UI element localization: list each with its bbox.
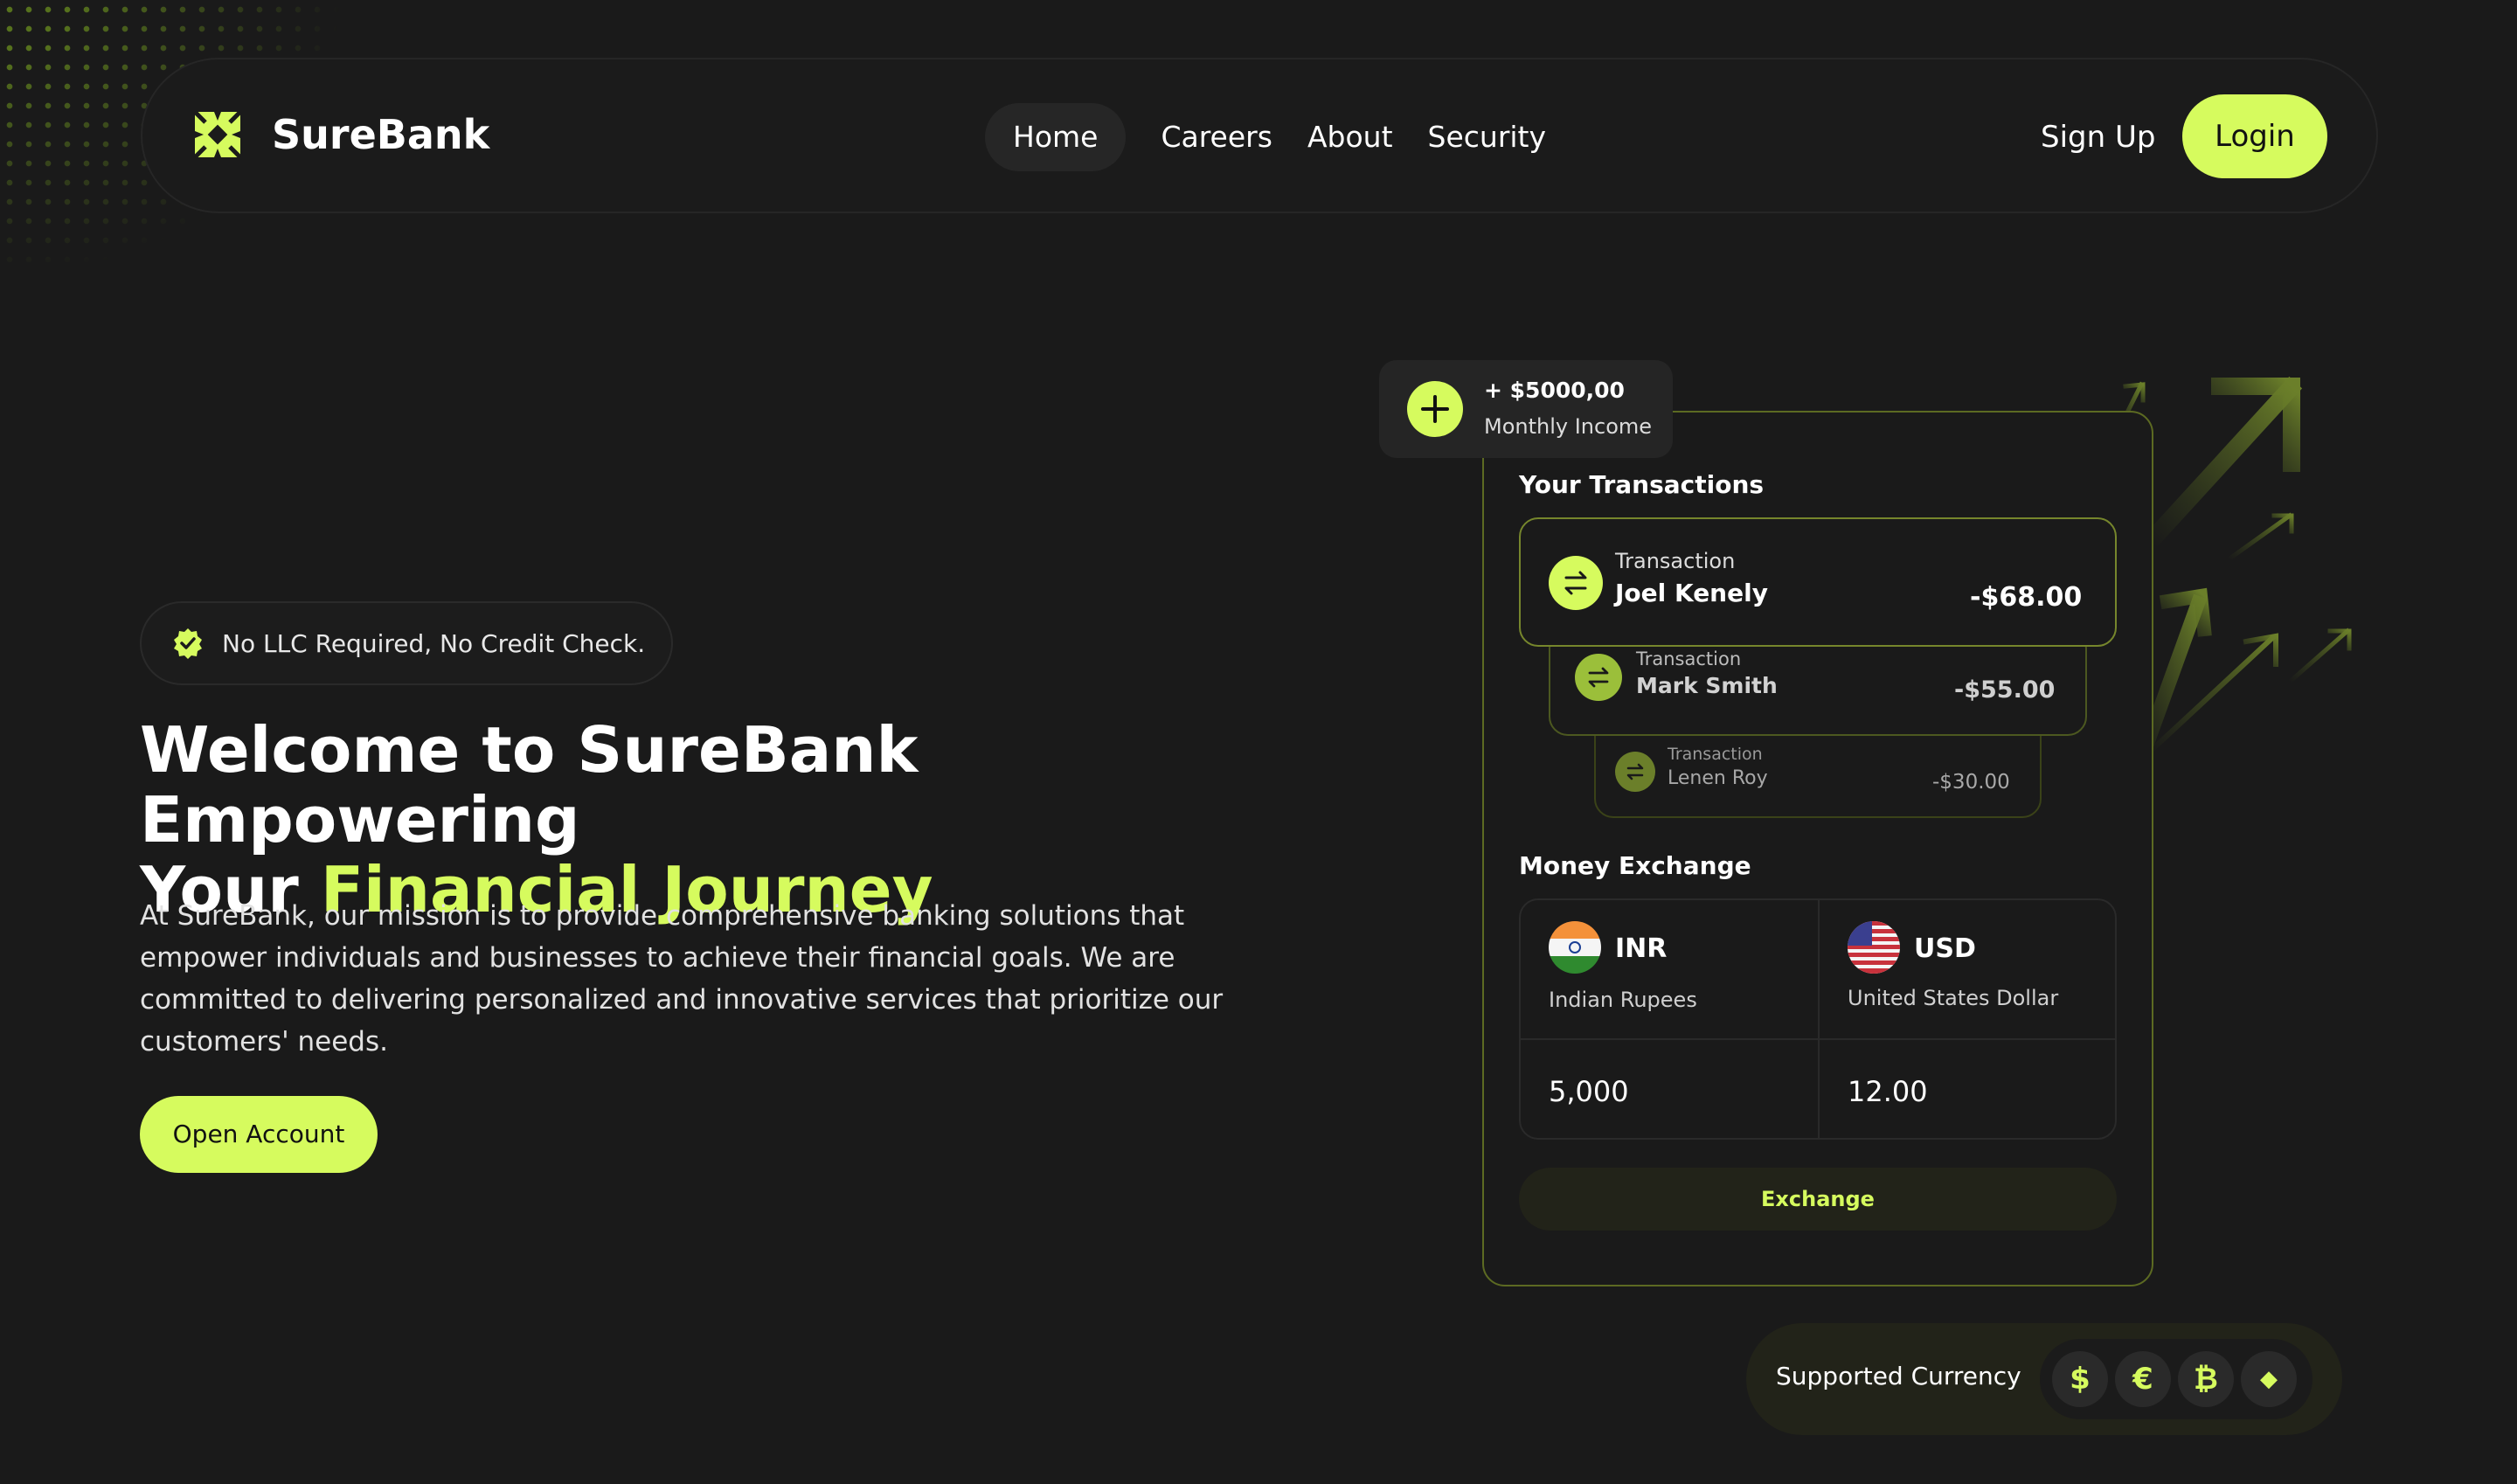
to-currency-name: United States Dollar <box>1848 986 2059 1010</box>
transaction-label: Transaction <box>1636 648 1742 669</box>
transaction-item[interactable]: Transaction Joel Kenely -$68.00 <box>1519 517 2117 647</box>
dollar-icon[interactable]: $ <box>2052 1351 2108 1407</box>
transaction-label: Transaction <box>1668 745 1763 764</box>
transfer-icon <box>1549 556 1603 610</box>
brand[interactable]: SureBank <box>191 108 489 161</box>
income-label: Monthly Income <box>1484 414 1653 439</box>
growth-arrows-decoration <box>2115 376 2352 769</box>
india-flag-icon[interactable] <box>1549 921 1601 974</box>
bitcoin-icon[interactable]: ₿ <box>2178 1351 2234 1407</box>
transaction-amount: -$30.00 <box>1932 771 2010 794</box>
to-currency-code: USD <box>1914 933 1976 964</box>
navbar: SureBank Home Careers About Security Sig… <box>141 58 2378 213</box>
no-credit-check-badge: No LLC Required, No Credit Check. <box>140 601 674 685</box>
hero-title: Welcome to SureBank Empowering Your Fina… <box>140 715 1363 925</box>
us-flag-icon[interactable] <box>1848 921 1900 974</box>
euro-icon[interactable]: € <box>2115 1351 2171 1407</box>
from-currency-name: Indian Rupees <box>1549 988 1697 1012</box>
open-account-button[interactable]: Open Account <box>140 1096 378 1173</box>
supported-currency-label: Supported Currency <box>1776 1362 2021 1390</box>
supported-currency-bar: Supported Currency $ € ₿ ◆ <box>1746 1323 2342 1435</box>
currency-icons: $ € ₿ ◆ <box>2040 1339 2312 1419</box>
transaction-name: Mark Smith <box>1636 673 1778 698</box>
transactions-title: Your Transactions <box>1519 470 1765 499</box>
money-exchange-panel: INR Indian Rupees 5,000 USD United State… <box>1519 898 2117 1140</box>
exchange-button[interactable]: Exchange <box>1519 1168 2117 1231</box>
nav-home[interactable]: Home <box>985 103 1127 171</box>
ethereum-icon[interactable]: ◆ <box>2241 1351 2297 1407</box>
monthly-income-card: + $5000,00 Monthly Income <box>1379 360 1673 458</box>
verified-check-icon <box>174 628 202 659</box>
transaction-label: Transaction <box>1615 549 1736 573</box>
main-nav: Home Careers About Security <box>985 103 1564 171</box>
exchange-divider <box>1521 1038 2115 1040</box>
transaction-amount: -$68.00 <box>1970 582 2083 613</box>
hero-title-line1: Welcome to SureBank Empowering <box>140 713 919 856</box>
hero-description: At SureBank, our mission is to provide c… <box>140 900 1224 1058</box>
plus-icon[interactable] <box>1407 381 1463 437</box>
brand-name: SureBank <box>272 111 490 158</box>
transfer-icon <box>1575 654 1622 701</box>
signup-link[interactable]: Sign Up <box>2041 103 2155 171</box>
transaction-name: Lenen Roy <box>1668 767 1768 789</box>
login-button[interactable]: Login <box>2182 94 2327 178</box>
to-amount-field[interactable]: 12.00 <box>1848 1075 1928 1108</box>
surebank-logo-icon <box>193 110 242 159</box>
from-amount-field[interactable]: 5,000 <box>1549 1075 1629 1108</box>
exchange-divider <box>1818 900 1820 1138</box>
from-currency-code: INR <box>1615 933 1668 964</box>
income-amount: + $5000,00 <box>1484 378 1625 403</box>
nav-about[interactable]: About <box>1290 103 1411 171</box>
money-exchange-title: Money Exchange <box>1519 851 1751 880</box>
nav-security[interactable]: Security <box>1411 103 1564 171</box>
transaction-amount: -$55.00 <box>1954 676 2056 704</box>
transaction-name: Joel Kenely <box>1615 579 1768 607</box>
nav-careers[interactable]: Careers <box>1143 103 1289 171</box>
badge-text: No LLC Required, No Credit Check. <box>222 628 646 658</box>
transfer-icon <box>1615 752 1655 792</box>
